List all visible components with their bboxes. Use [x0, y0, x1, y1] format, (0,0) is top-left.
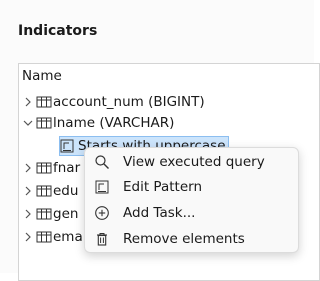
chevron-right-icon[interactable] — [21, 163, 35, 173]
edit-pattern-icon — [92, 177, 112, 197]
menu-item-label: View executed query — [123, 154, 265, 170]
trash-icon — [92, 229, 112, 249]
chevron-right-icon[interactable] — [21, 186, 35, 196]
add-circle-icon — [92, 203, 112, 223]
tree-row-label: fnar — [53, 160, 81, 176]
menu-item-label: Remove elements — [123, 231, 245, 247]
menu-item-label: Edit Pattern — [123, 179, 203, 195]
table-column-icon — [36, 96, 52, 108]
table-column-icon — [36, 162, 52, 174]
indicators-panel: Indicators Name account_num (BIGINT) lna… — [0, 0, 320, 281]
tree-row-label: lname (VARCHAR) — [53, 115, 175, 131]
menu-item-view-executed-query[interactable]: View executed query — [85, 150, 298, 174]
menu-item-add-task[interactable]: Add Task... — [85, 201, 298, 225]
chevron-right-icon[interactable] — [21, 209, 35, 219]
tree-row-label: ema — [53, 229, 83, 245]
tree-row-lname[interactable]: lname (VARCHAR) — [21, 112, 174, 134]
menu-item-remove-elements[interactable]: Remove elements — [85, 227, 298, 251]
table-column-icon — [36, 208, 52, 220]
context-menu: View executed query Edit Pattern Add Tas… — [84, 147, 299, 253]
chevron-down-icon[interactable] — [21, 119, 35, 127]
tree-column-header-name: Name — [22, 68, 62, 84]
tree-row-label: edu — [53, 183, 79, 199]
menu-item-label: Add Task... — [123, 205, 196, 221]
tree-row-account-num[interactable]: account_num (BIGINT) — [21, 91, 205, 113]
pattern-icon — [60, 139, 74, 153]
panel-title: Indicators — [18, 23, 98, 39]
tree-row-gender[interactable]: gen — [21, 203, 78, 225]
table-column-icon — [36, 231, 52, 243]
search-icon — [92, 152, 112, 172]
tree-row-email[interactable]: ema — [21, 226, 83, 248]
tree-row-label: account_num (BIGINT) — [53, 94, 205, 110]
tree-row-education[interactable]: edu — [21, 180, 78, 202]
table-column-icon — [36, 185, 52, 197]
menu-item-edit-pattern[interactable]: Edit Pattern — [85, 175, 298, 199]
chevron-right-icon[interactable] — [21, 97, 35, 107]
chevron-right-icon[interactable] — [21, 232, 35, 242]
table-column-icon — [36, 117, 52, 129]
tree-row-label: gen — [53, 206, 79, 222]
tree-row-fname[interactable]: fnar — [21, 157, 80, 179]
